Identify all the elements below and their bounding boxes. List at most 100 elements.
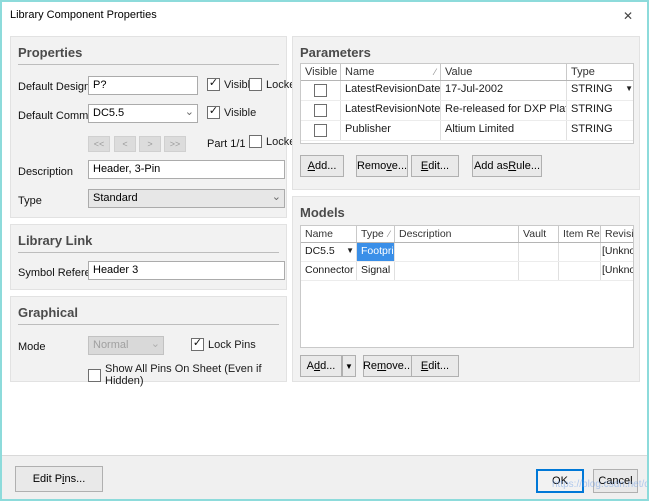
parameter-row[interactable]: LatestRevisionDate 17-Jul-2002 STRING ▼ [301,81,633,101]
ok-button[interactable]: OK [536,469,584,493]
parameters-table: Visible Name ⁄ Value Type LatestRevision… [300,63,634,144]
value-cell[interactable]: 17-Jul-2002 [441,81,567,100]
models-add-dropdown-button[interactable]: ▼ [342,355,356,377]
name-cell[interactable]: LatestRevisionNote [341,101,441,120]
type-cell[interactable]: STRING [567,121,634,140]
symbol-reference-input[interactable]: Header 3 [88,261,285,280]
library-link-title: Library Link [18,233,92,248]
type-cell[interactable]: STRING [567,101,634,120]
lock-pins-label: Lock Pins [208,339,256,351]
checkbox-unchecked-icon [249,135,262,148]
name-cell[interactable]: DC5.5 ▼ [301,243,357,261]
cancel-button[interactable]: Cancel [593,469,638,493]
visible-cell[interactable] [301,101,341,120]
value-cell[interactable]: Re-released for DXP Platform. [441,101,567,120]
part-last-button[interactable]: >> [164,136,186,152]
checkbox-unchecked-icon [88,369,101,382]
col-vault[interactable]: Vault [519,226,559,242]
divider [18,324,279,325]
name-cell[interactable]: Connector [301,262,357,280]
mode-combo: Normal ⌄ [88,336,164,355]
checkbox-checked-icon: ✓ [207,78,220,91]
add-as-rule-button[interactable]: Add as Rule... [472,155,542,177]
comment-visible-label: Visible [224,107,256,119]
col-type[interactable]: Type ⁄ [357,226,395,242]
visible-cell[interactable] [301,81,341,100]
parameters-remove-button[interactable]: Remove... [356,155,408,177]
library-component-properties-dialog: Library Component Properties ✕ Propertie… [0,0,649,501]
models-header-row[interactable]: Name Type ⁄ Description Vault Item Revis… [301,226,633,243]
vault-cell[interactable] [519,262,559,280]
model-row[interactable]: DC5.5 ▼ Footprint [Unknown] [301,243,633,262]
part-prev-button[interactable]: < [114,136,136,152]
graphical-panel: Graphical Mode Normal ⌄ ✓ Lock Pins Show… [10,296,287,382]
description-cell[interactable] [395,243,519,261]
checkbox-checked-icon: ✓ [191,338,204,351]
checkbox-unchecked-icon [314,124,327,137]
models-add-button[interactable]: Add... [300,355,342,377]
description-cell[interactable] [395,262,519,280]
part-first-button[interactable]: << [88,136,110,152]
lock-pins-checkbox[interactable]: ✓ Lock Pins [191,338,256,351]
item-revision-cell[interactable] [559,262,601,280]
show-all-pins-label: Show All Pins On Sheet (Even if Hidden) [105,363,286,387]
col-value[interactable]: Value [441,64,567,80]
revision-status-cell[interactable]: [Unknown] [601,262,634,280]
mode-label: Mode [18,341,46,353]
chevron-down-icon: ⌄ [272,190,281,203]
col-name[interactable]: Name [301,226,357,242]
col-name[interactable]: Name ⁄ [341,64,441,80]
checkbox-checked-icon: ✓ [207,106,220,119]
name-cell[interactable]: LatestRevisionDate [341,81,441,100]
type-cell[interactable]: Signal Integrit [357,262,395,280]
parameters-title: Parameters [300,45,371,60]
type-label: Type [18,195,42,207]
show-all-pins-checkbox[interactable]: Show All Pins On Sheet (Even if Hidden) [88,363,286,387]
part-next-button[interactable]: > [139,136,161,152]
dropdown-icon[interactable]: ▼ [346,246,354,255]
parameters-panel: Parameters Visible Name ⁄ Value Type Lat… [292,36,640,190]
sort-ascending-icon: ⁄ [388,229,390,239]
models-edit-button[interactable]: Edit... [411,355,459,377]
default-comment-combo[interactable]: DC5.5 ⌄ [88,104,198,123]
item-revision-cell[interactable] [559,243,601,261]
revision-status-cell[interactable]: [Unknown] [601,243,634,261]
col-visible[interactable]: Visible [301,64,341,80]
graphical-title: Graphical [18,305,78,320]
default-designator-input[interactable]: P? [88,76,198,95]
col-item-revision[interactable]: Item Revisi... [559,226,601,242]
sort-ascending-icon: ⁄ [434,67,436,77]
models-remove-button[interactable]: Remove... [363,355,413,377]
parameter-row[interactable]: Publisher Altium Limited STRING [301,121,633,141]
divider [18,252,279,253]
parameters-add-button[interactable]: Add... [300,155,344,177]
models-table: Name Type ⁄ Description Vault Item Revis… [300,225,634,348]
library-link-panel: Library Link Symbol Reference Header 3 [10,224,287,290]
parameters-header-row[interactable]: Visible Name ⁄ Value Type [301,64,633,81]
description-input[interactable]: Header, 3-Pin [88,160,285,179]
comment-visible-checkbox[interactable]: ✓ Visible [207,106,256,119]
type-cell[interactable]: STRING ▼ [567,81,634,100]
vault-cell[interactable] [519,243,559,261]
dropdown-icon[interactable]: ▼ [625,84,633,93]
value-cell[interactable]: Altium Limited [441,121,567,140]
chevron-down-icon: ⌄ [151,337,160,350]
type-cell-selected[interactable]: Footprint [357,243,395,261]
edit-pins-button[interactable]: Edit Pins... [15,466,103,492]
col-revision-status[interactable]: Revision St... [601,226,634,242]
title-bar: Library Component Properties ✕ [2,2,647,30]
visible-cell[interactable] [301,121,341,140]
parameter-row[interactable]: LatestRevisionNote Re-released for DXP P… [301,101,633,121]
col-type[interactable]: Type [567,64,634,80]
checkbox-unchecked-icon [314,84,327,97]
name-cell[interactable]: Publisher [341,121,441,140]
col-description[interactable]: Description [395,226,519,242]
footer-bar: Edit Pins... OK Cancel [2,455,647,499]
close-icon[interactable]: ✕ [619,7,637,25]
model-row[interactable]: Connector Signal Integrit [Unknown] [301,262,633,281]
type-combo[interactable]: Standard ⌄ [88,189,285,208]
description-label: Description [18,166,73,178]
properties-panel: Properties Default Designator P? ✓ Visib… [10,36,287,218]
part-indicator: Part 1/1 [207,138,246,150]
parameters-edit-button[interactable]: Edit... [411,155,459,177]
